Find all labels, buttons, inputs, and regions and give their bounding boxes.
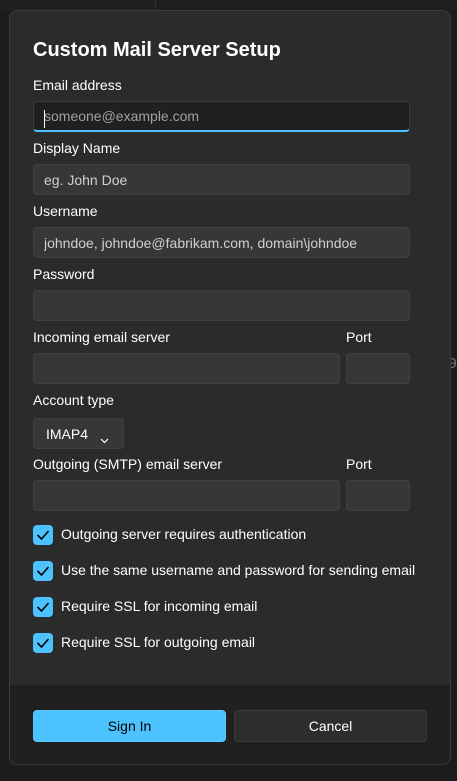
outgoing-server-label: Outgoing (SMTP) email server <box>33 456 223 472</box>
outgoing-port-label: Port <box>346 456 372 472</box>
sign-in-button[interactable]: Sign In <box>33 710 226 742</box>
checkbox-checked[interactable] <box>33 597 53 617</box>
chevron-down-icon <box>100 431 109 447</box>
text-caret <box>44 110 45 128</box>
checkbox-checked[interactable] <box>33 525 53 545</box>
username-input[interactable] <box>33 227 410 258</box>
dialog-title: Custom Mail Server Setup <box>33 39 281 61</box>
check-icon <box>36 566 50 577</box>
account-type-label: Account type <box>33 392 114 408</box>
dialog-footer: Sign In Cancel <box>10 684 450 764</box>
checkbox-checked[interactable] <box>33 561 53 581</box>
outgoing-port-input[interactable] <box>346 480 410 511</box>
password-input[interactable] <box>33 290 410 321</box>
incoming-port-input[interactable] <box>346 353 410 384</box>
check-icon <box>36 638 50 649</box>
account-type-value: IMAP4 <box>46 426 89 442</box>
email-address-label: Email address <box>33 77 122 93</box>
display-name-input[interactable] <box>33 164 410 195</box>
email-address-input[interactable] <box>33 101 410 132</box>
custom-mail-server-dialog: Custom Mail Server Setup Email address D… <box>9 10 451 765</box>
checkbox-label: Outgoing server requires authentication <box>61 526 307 542</box>
incoming-port-label: Port <box>346 329 372 345</box>
account-type-dropdown[interactable]: IMAP4 <box>33 418 124 449</box>
checkbox-label: Require SSL for outgoing email <box>61 634 256 650</box>
cancel-button[interactable]: Cancel <box>234 710 427 742</box>
username-label: Username <box>33 203 98 219</box>
checkbox-label: Require SSL for incoming email <box>61 598 258 614</box>
incoming-server-label: Incoming email server <box>33 329 170 345</box>
password-label: Password <box>33 266 95 282</box>
checkbox-label: Use the same username and password for s… <box>61 562 416 578</box>
display-name-label: Display Name <box>33 140 121 156</box>
check-icon <box>36 530 50 541</box>
check-icon <box>36 602 50 613</box>
incoming-server-input[interactable] <box>33 353 340 384</box>
checkbox-checked[interactable] <box>33 633 53 653</box>
outgoing-server-input[interactable] <box>33 480 340 511</box>
background-window-pane <box>0 0 156 10</box>
background-window-header <box>156 0 457 10</box>
